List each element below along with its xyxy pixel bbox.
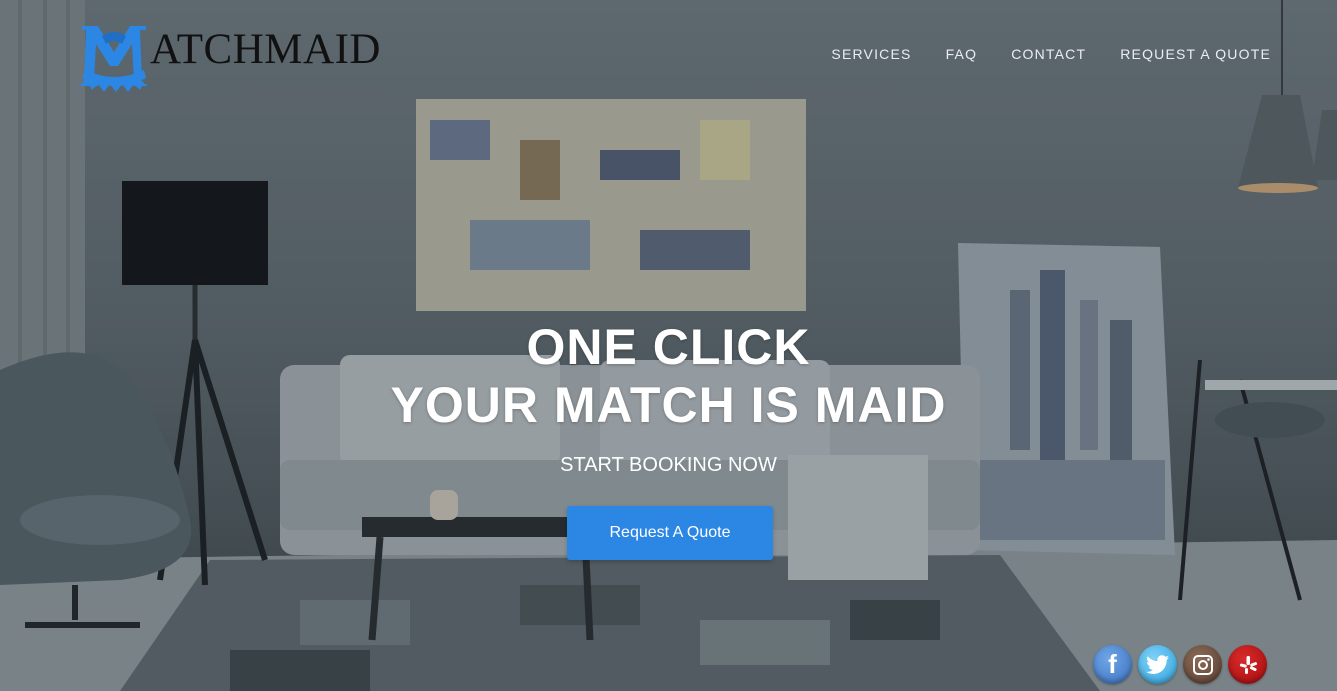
hero-headline-line2: YOUR MATCH IS MAID [390,377,947,433]
facebook-icon[interactable]: f [1093,645,1132,684]
instagram-icon[interactable] [1183,645,1222,684]
twitter-bird-glyph [1145,654,1169,674]
social-links: f [1093,645,1267,684]
nav-contact[interactable]: CONTACT [1011,46,1086,62]
twitter-icon[interactable] [1138,645,1177,684]
matchmaid-logo[interactable]: ATCHMAID [74,22,404,94]
nav-faq[interactable]: FAQ [946,46,978,62]
instagram-camera-glyph [1192,654,1213,675]
yelp-icon[interactable] [1228,645,1267,684]
hero-subtitle: START BOOKING NOW [560,454,777,476]
nav-request-a-quote[interactable]: REQUEST A QUOTE [1120,46,1271,62]
logo-m-maid-icon [78,26,148,92]
nav-services[interactable]: SERVICES [831,46,911,62]
main-nav: SERVICES FAQ CONTACT REQUEST A QUOTE [831,46,1271,62]
yelp-burst-glyph [1239,655,1257,674]
facebook-icon-glyph: f [1108,649,1117,679]
request-quote-button[interactable]: Request A Quote [567,506,773,560]
hero-headline-line1: ONE CLICK [526,319,811,375]
logo-text: ATCHMAID [150,26,381,73]
